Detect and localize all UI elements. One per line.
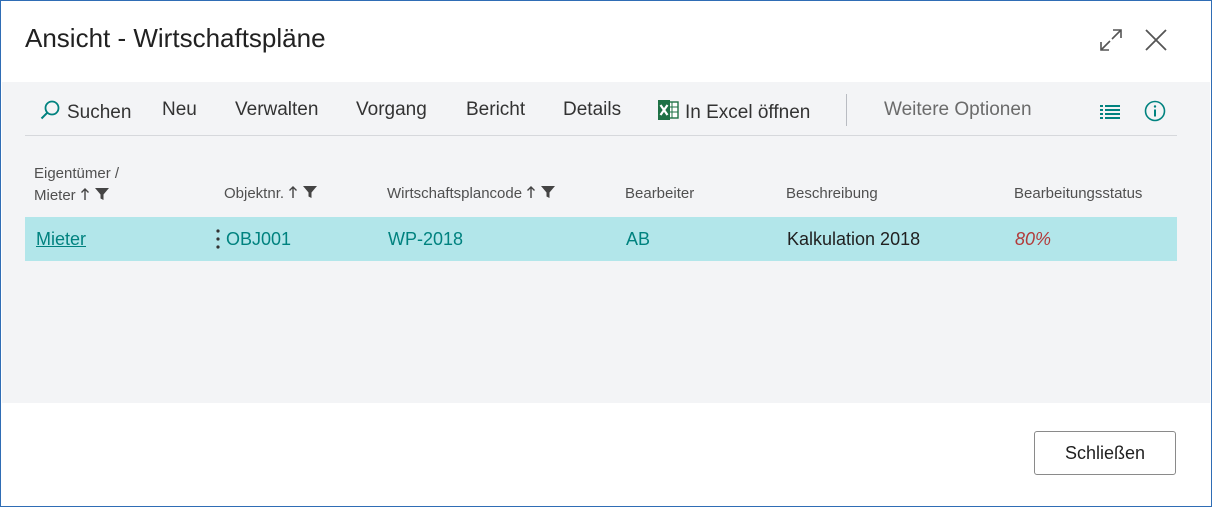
column-header-object[interactable]: Objektnr. (224, 185, 318, 203)
new-button[interactable]: Neu (162, 99, 197, 121)
status-cell[interactable]: 80% (1015, 229, 1051, 250)
filter-icon[interactable] (94, 187, 110, 205)
column-header-object-label: Objektnr. (224, 185, 285, 202)
dialog-title: Ansicht - Wirtschaftspläne (25, 23, 326, 53)
action-bar: Suchen Neu Verwalten Vorgang Bericht Det… (25, 91, 1177, 136)
list-view-icon[interactable] (1099, 100, 1121, 127)
editor-cell[interactable]: AB (626, 229, 650, 250)
column-header-description[interactable]: Beschreibung (786, 185, 878, 202)
toolbar-divider (846, 94, 847, 126)
column-header-status[interactable]: Bearbeitungsstatus (1014, 185, 1142, 202)
excel-label: In Excel öffnen (685, 102, 811, 124)
close-icon[interactable] (1143, 27, 1169, 53)
description-cell[interactable]: Kalkulation 2018 (787, 229, 920, 250)
close-button[interactable]: Schließen (1034, 431, 1176, 475)
row-actions-icon[interactable] (211, 227, 225, 251)
expand-icon[interactable] (1098, 27, 1124, 53)
open-in-excel-button[interactable]: In Excel öffnen (657, 99, 810, 127)
sort-ascending-icon (288, 185, 298, 203)
filter-icon[interactable] (302, 185, 318, 203)
excel-icon (657, 99, 679, 127)
more-options-button[interactable]: Weitere Optionen (884, 99, 1032, 121)
filter-icon[interactable] (540, 185, 556, 203)
details-menu[interactable]: Details (563, 99, 621, 121)
sort-ascending-icon (526, 185, 536, 203)
column-header-owner-line1[interactable]: Eigentümer / (34, 165, 119, 182)
column-header-plan-code[interactable]: Wirtschaftsplancode (387, 185, 556, 203)
table-row[interactable]: Mieter OBJ001 WP-2018 AB Kalkulation 201… (25, 217, 1177, 261)
sort-ascending-icon (80, 187, 90, 205)
column-header-owner-label: Mieter (34, 187, 76, 204)
search-label: Suchen (67, 102, 132, 124)
search-button[interactable]: Suchen (39, 99, 131, 127)
dialog-window: Ansicht - Wirtschaftspläne Suchen Neu Ve… (0, 0, 1212, 507)
report-menu[interactable]: Bericht (466, 99, 525, 121)
column-header-plan-code-label: Wirtschaftsplancode (387, 185, 523, 202)
column-header-editor[interactable]: Bearbeiter (625, 185, 694, 202)
plan-code-cell[interactable]: WP-2018 (388, 229, 463, 250)
search-icon (39, 99, 61, 127)
owner-cell[interactable]: Mieter (36, 229, 86, 250)
manage-menu[interactable]: Verwalten (235, 99, 318, 121)
process-menu[interactable]: Vorgang (356, 99, 427, 121)
object-cell[interactable]: OBJ001 (226, 229, 291, 250)
column-header-owner[interactable]: Mieter (34, 187, 110, 205)
info-icon[interactable] (1144, 100, 1166, 127)
